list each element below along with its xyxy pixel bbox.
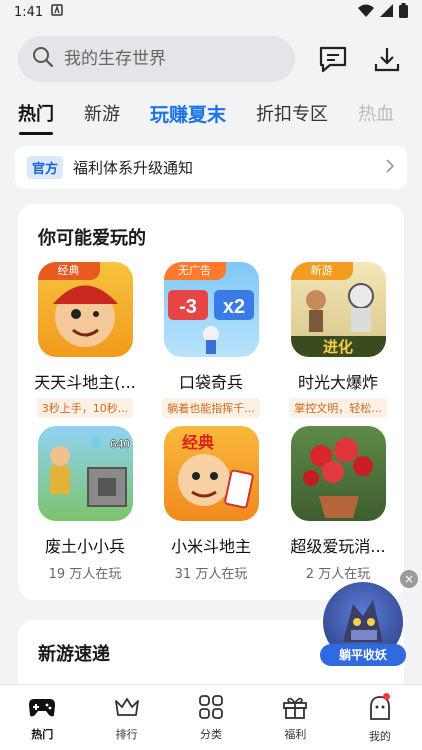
- player-count: 19 万人在玩: [48, 567, 122, 582]
- tab-hotblood[interactable]: 热血: [358, 96, 394, 126]
- search-input[interactable]: [64, 49, 264, 69]
- player-count: 2 万人在玩: [305, 567, 371, 582]
- battery-icon: [399, 2, 408, 22]
- game-icon: 640: [37, 426, 133, 521]
- tab-discount[interactable]: 折扣专区: [256, 96, 328, 126]
- game-name: 废土小小兵: [44, 537, 125, 556]
- nav-welfare[interactable]: 福利: [253, 685, 337, 750]
- game-card[interactable]: -3 x2 无广告 口袋奇兵 躺着也能指挥千...: [151, 262, 271, 418]
- game-badge: 新游: [290, 262, 353, 280]
- crown-icon: [113, 695, 141, 723]
- game-name: 超级爱玩消...: [290, 537, 386, 556]
- nav-label: 福利: [284, 728, 307, 741]
- icon-text-gems: 640: [109, 437, 129, 451]
- wifi-icon: [358, 4, 374, 21]
- official-tag: 官方: [27, 156, 64, 179]
- close-icon[interactable]: ×: [400, 570, 418, 588]
- game-icon: 经典: [37, 262, 133, 357]
- grid-icon: [198, 695, 224, 723]
- game-badge: 经典: [37, 262, 100, 280]
- nav-category[interactable]: 分类: [169, 685, 253, 750]
- nav-label: 我的: [368, 730, 391, 743]
- game-name: 小米斗地主: [170, 537, 251, 556]
- nav-hot[interactable]: 热门: [0, 685, 84, 750]
- icon-text-classic: 经典: [182, 433, 214, 452]
- game-tagline: 3秒上手，10秒...: [36, 398, 134, 418]
- game-tagline: 掌控文明，轻松...: [289, 398, 387, 418]
- game-icon: 经典: [163, 426, 259, 521]
- gamepad-icon: [28, 695, 56, 723]
- status-time: 1:41: [14, 4, 44, 20]
- top-bar: [18, 36, 404, 82]
- game-tagline: 躺着也能指挥千...: [162, 398, 260, 418]
- announcement-text: 福利体系升级通知: [73, 159, 194, 177]
- section-title: 你可能爱玩的: [38, 228, 146, 249]
- download-icon[interactable]: [370, 42, 404, 76]
- floating-promo[interactable]: × 躺平收妖: [320, 570, 418, 668]
- icon-text-minus: -3: [179, 296, 197, 318]
- chevron-right-icon: [385, 158, 395, 177]
- tab-new[interactable]: 新游: [84, 96, 120, 126]
- profile-icon: [367, 695, 393, 725]
- tab-hot[interactable]: 热门: [18, 96, 54, 135]
- nav-label: 热门: [31, 728, 54, 741]
- tab-summer-promo[interactable]: 玩赚夏末: [150, 96, 226, 127]
- nav-label: 排行: [115, 728, 138, 741]
- game-card[interactable]: 经典 天天斗地主(... 3秒上手，10秒...: [25, 262, 145, 418]
- game-icon: [290, 426, 386, 521]
- game-card[interactable]: 640 废土小小兵 19 万人在玩: [25, 426, 145, 582]
- icon-text-times: x2: [222, 296, 244, 318]
- notification-icon: [51, 4, 63, 20]
- player-count: 31 万人在玩: [174, 567, 248, 582]
- category-tabs: 热门 新游 玩赚夏末 折扣专区 热血: [18, 96, 422, 136]
- gift-icon: [282, 695, 308, 723]
- nav-label: 分类: [200, 728, 223, 741]
- search-icon: [32, 46, 54, 72]
- game-name: 天天斗地主(...: [34, 373, 136, 392]
- game-badge: 无广告: [163, 262, 226, 280]
- recommend-section: 你可能爱玩的 经典 天天斗地主(... 3秒上手，10秒... -3 x2 无广…: [18, 204, 404, 600]
- game-name: 时光大爆炸: [297, 373, 378, 392]
- game-card[interactable]: 进化 新游 时光大爆炸 掌控文明，轻松...: [278, 262, 398, 418]
- nav-ranking[interactable]: 排行: [84, 685, 168, 750]
- game-icon: 进化 新游: [290, 262, 386, 357]
- search-box[interactable]: [18, 36, 295, 82]
- message-icon[interactable]: [316, 42, 350, 76]
- section-title: 新游速递: [38, 644, 110, 665]
- signal-icon: [380, 3, 393, 21]
- game-icon: -3 x2 无广告: [163, 262, 259, 357]
- nav-mine[interactable]: 我的: [338, 685, 422, 750]
- game-card[interactable]: 经典 小米斗地主 31 万人在玩: [151, 426, 271, 582]
- promo-label: 躺平收妖: [320, 644, 406, 666]
- bottom-nav: 热门 排行 分类 福利 我的: [0, 684, 422, 750]
- game-name: 口袋奇兵: [178, 373, 243, 392]
- icon-text-evolve: 进化: [322, 338, 352, 356]
- game-card[interactable]: 超级爱玩消... 2 万人在玩: [278, 426, 398, 582]
- status-bar: 1:41: [0, 0, 422, 24]
- announcement-bar[interactable]: 官方 福利体系升级通知: [15, 146, 407, 189]
